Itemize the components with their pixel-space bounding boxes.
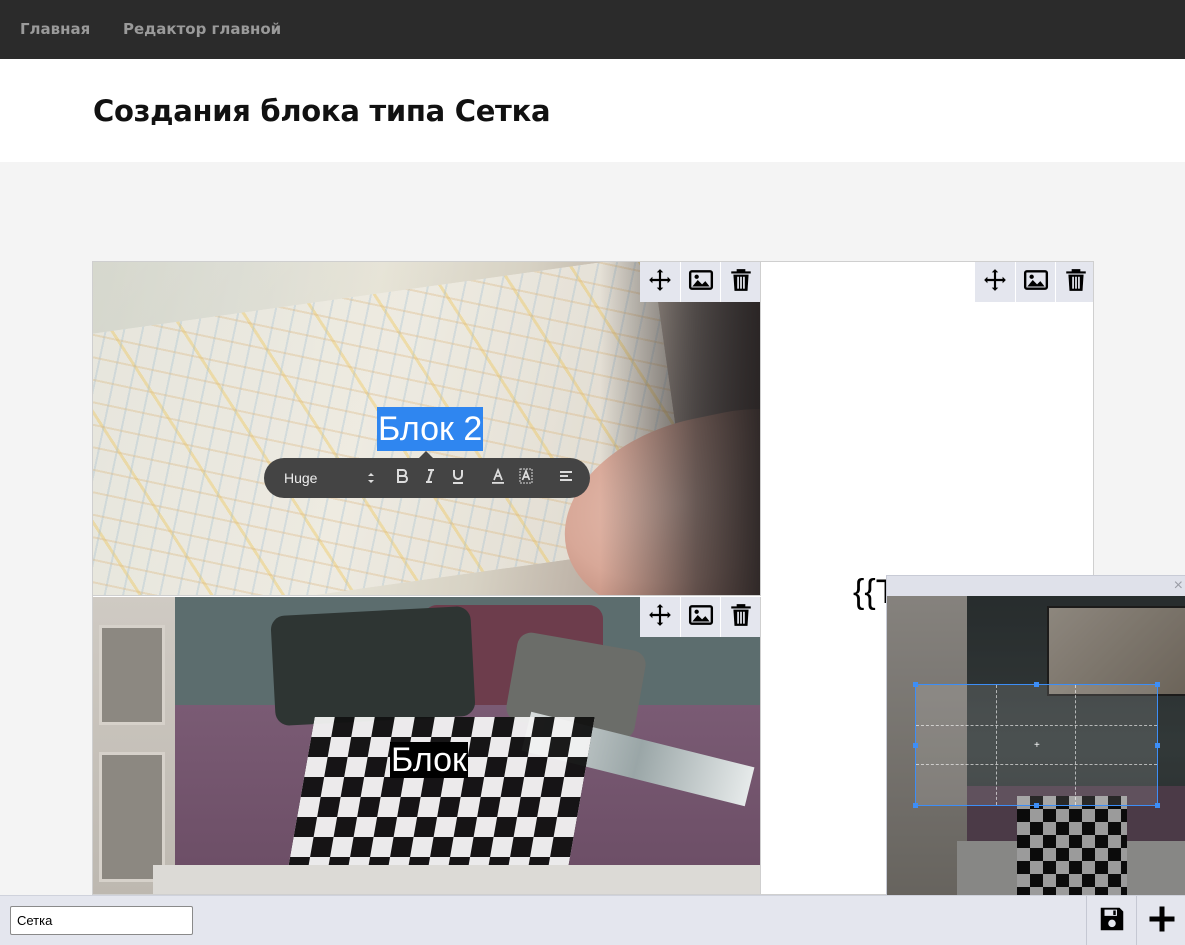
image-cropper-dialog: × + [886,575,1185,896]
shelf-detail [93,597,175,894]
save-icon [1097,904,1127,939]
crop-handle-s[interactable] [1034,803,1039,808]
delete-button[interactable] [720,597,760,637]
font-size-select[interactable]: Huge [284,470,376,486]
move-icon [982,267,1008,298]
close-icon[interactable]: × [1174,576,1183,596]
trash-icon [728,602,754,633]
plus-icon [1147,904,1177,939]
trash-icon [728,267,754,298]
delete-button[interactable] [1055,262,1093,302]
grid-cell-2[interactable]: Блок [93,597,761,894]
move-button[interactable] [640,262,680,302]
image-icon [1023,267,1049,298]
text-format-toolbar: Huge [264,451,590,498]
block-text-selected[interactable]: Блок 2 [377,407,484,451]
crop-handle-e[interactable] [1155,743,1160,748]
change-image-button[interactable] [1015,262,1055,302]
image-icon [688,602,714,633]
pillow-detail [270,605,476,727]
nav-link-home[interactable]: Главная [20,20,90,38]
crop-handle-sw[interactable] [913,803,918,808]
move-icon [647,602,673,633]
move-button[interactable] [975,262,1015,302]
change-image-button[interactable] [680,262,720,302]
cell-toolbar [640,262,760,302]
block-name-input[interactable] [10,906,193,935]
save-button[interactable] [1086,896,1136,945]
grid-cell-1[interactable]: Блок 2 Huge [93,262,761,596]
bed-frame-detail [153,865,760,894]
underline-icon [449,467,467,490]
cell-toolbar [640,597,760,637]
page-header: Создания блока типа Сетка [0,59,1185,162]
image-shadow [600,262,760,595]
change-image-button[interactable] [680,597,720,637]
crop-handle-ne[interactable] [1155,682,1160,687]
background-color-button[interactable] [512,466,540,490]
move-icon [647,267,673,298]
trash-icon [1063,267,1089,298]
align-icon [557,467,575,490]
italic-button[interactable] [416,466,444,490]
crop-center-icon: + [1034,740,1040,751]
shelf-slot [99,752,165,882]
delete-button[interactable] [720,262,760,302]
crop-handle-w[interactable] [913,743,918,748]
italic-icon [421,467,439,490]
image-icon [688,267,714,298]
text-color-button[interactable] [484,466,512,490]
crop-handle-n[interactable] [1034,682,1039,687]
bold-icon [393,467,411,490]
top-navbar: Главная Редактор главной [0,0,1185,59]
cropper-header: × [887,576,1185,596]
crop-handle-se[interactable] [1155,803,1160,808]
block-text-highlighted[interactable]: Блок [390,742,468,778]
bold-button[interactable] [388,466,416,490]
cell-toolbar [975,262,1093,302]
bottom-toolbar [0,895,1185,945]
align-button[interactable] [552,466,580,490]
font-size-value: Huge [284,470,318,486]
select-caret-icon [366,471,376,485]
nav-link-editor[interactable]: Редактор главной [123,20,281,38]
underline-button[interactable] [444,466,472,490]
move-button[interactable] [640,597,680,637]
cropper-canvas[interactable]: + [887,596,1185,896]
background-color-icon [517,467,535,490]
add-button[interactable] [1136,896,1185,945]
text-color-icon [489,467,507,490]
crop-handle-nw[interactable] [913,682,918,687]
page-title: Создания блока типа Сетка [93,94,551,128]
toolbar-arrow [419,451,433,458]
shelf-slot [99,625,165,725]
crop-selection-box[interactable]: + [913,682,1160,808]
